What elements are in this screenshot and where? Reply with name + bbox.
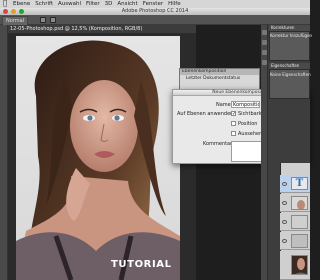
eye-icon[interactable] (282, 239, 287, 243)
visibility-checkbox[interactable]: ✓ (231, 111, 236, 117)
panel-icon[interactable] (262, 40, 267, 45)
apple-menu-icon[interactable]:  (3, 0, 7, 8)
panel-icon[interactable] (262, 30, 267, 35)
options-bar: Normal (0, 15, 310, 26)
position-checkbox[interactable] (231, 121, 236, 126)
layer-comps-panel: Ebenenkomposition Letzter Dokumentstatus (179, 68, 260, 90)
panel-icon[interactable] (262, 60, 267, 65)
menu-3d[interactable]: 3D (105, 0, 113, 8)
tools-panel (0, 25, 8, 280)
apply-to-layers-label: Auf Ebenen anwenden: (177, 111, 236, 117)
tutorial-watermark: TUTORIAL (111, 259, 172, 270)
eye-icon[interactable] (282, 201, 287, 205)
portrait-image (16, 36, 180, 280)
window-title: Adobe Photoshop CC 2014 (121, 8, 189, 14)
add-adjustment-label: Korrektur hinzufügen (270, 33, 313, 38)
canvas-area[interactable] (8, 34, 196, 280)
tool-swatch[interactable] (40, 17, 46, 23)
layer-thumbnail (291, 234, 308, 248)
layer-thumbnail (291, 196, 308, 210)
menu-hilfe[interactable]: Hilfe (168, 0, 181, 8)
tool-swatch[interactable] (50, 17, 56, 23)
comment-label: Kommentar: (203, 141, 234, 147)
layer-comps-row[interactable]: Letzter Dokumentstatus (180, 75, 259, 82)
no-properties-label: Keine Eigenschaften (270, 72, 311, 77)
panel-icon[interactable] (262, 50, 267, 55)
portrait-layer-thumbnail (291, 255, 308, 275)
window-title-bar: Adobe Photoshop CC 2014 (0, 8, 310, 15)
portrait-photo (16, 36, 180, 280)
eye-icon[interactable] (282, 220, 287, 224)
document-tab-title: 12-05-Photoshop.psd @ 12,5% (Komposition… (10, 26, 143, 32)
menu-filter[interactable]: Filter (86, 0, 100, 8)
menu-bar:  Ebene Schrift Auswahl Filter 3D Ansich… (0, 0, 310, 8)
layer-thumbnail (291, 215, 308, 229)
document-tab[interactable]: 12-05-Photoshop.psd @ 12,5% (Komposition… (8, 25, 196, 34)
position-label: Position (238, 121, 258, 127)
eye-icon[interactable] (282, 182, 287, 186)
menu-auswahl[interactable]: Auswahl (58, 0, 81, 8)
name-input[interactable]: Komposition 1 (231, 101, 260, 108)
menu-schrift[interactable]: Schrift (35, 0, 53, 8)
menu-items: Ebene Schrift Auswahl Filter 3D Ansicht … (13, 0, 181, 8)
appearance-checkbox[interactable] (231, 131, 236, 136)
name-label: Name: (216, 102, 233, 108)
menu-ebene[interactable]: Ebene (13, 0, 30, 8)
text-layer-thumbnail: T (291, 177, 308, 190)
menu-fenster[interactable]: Fenster (143, 0, 163, 8)
menu-ansicht[interactable]: Ansicht (117, 0, 137, 8)
